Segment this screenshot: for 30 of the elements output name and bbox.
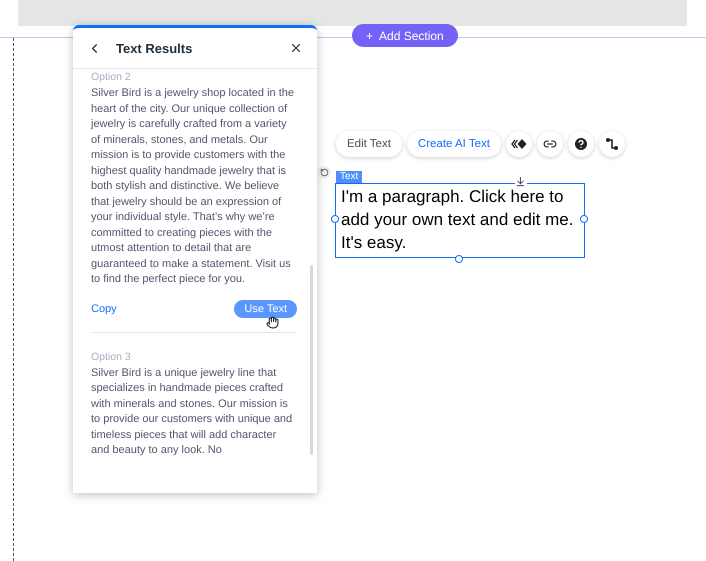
text-element[interactable]: I'm a paragraph. Click here to add your own text and edit me. It's easy.	[335, 183, 585, 258]
hand-cursor-icon	[266, 316, 279, 328]
help-icon	[572, 136, 589, 152]
option-text: Silver Bird is a unique jewelry line that specializes in handmade pieces crafted with minerals and stones. Our mission is to provide our customers with unique and timeless pieces that will add character and beauty to any look. No	[91, 366, 294, 458]
download-icon	[515, 176, 526, 187]
animation-button[interactable]	[506, 131, 532, 157]
close-button[interactable]	[289, 41, 303, 55]
connector-icon	[604, 137, 619, 151]
rotate-button[interactable]	[318, 166, 331, 179]
option-label: Option 3	[91, 350, 132, 362]
scrollbar-thumb[interactable]	[310, 265, 313, 455]
resize-handle[interactable]	[331, 215, 339, 223]
create-ai-text-button[interactable]: Create AI Text	[406, 131, 501, 157]
option-label: Option 2	[91, 71, 132, 83]
link-button[interactable]	[536, 131, 563, 157]
option-text: Silver Bird is a jewelry shop located in the heart of the city. Our unique collection of jewelry is carefully crafted from a variety of minerals, stones, and metals. Our mission is to provide customers with the highest quality handmade jewelry that is both stylish and distinctive. We believe that jewelry should be an expression of your individual style. That’s why we’re committed to creating pieces with the utmost attention to detail that are guaranteed to make a statement. Visit us to find the perfect piece for you.	[91, 86, 295, 287]
edit-text-button[interactable]: Edit Text	[336, 131, 402, 157]
help-button[interactable]	[568, 131, 594, 157]
use-text-button[interactable]: Use Text	[234, 300, 297, 318]
add-section-button[interactable]: + Add Section	[352, 24, 458, 47]
paragraph-text: I'm a paragraph. Click here to add your own text and edit me. It's easy.	[341, 186, 574, 254]
panel-title: Text Results	[116, 40, 194, 56]
resize-handle[interactable]	[455, 255, 463, 263]
resize-handle[interactable]	[580, 215, 588, 223]
diamond-chevrons-icon	[510, 138, 527, 150]
rotate-icon	[320, 168, 329, 177]
copy-link[interactable]: Copy	[91, 302, 117, 314]
close-icon	[289, 41, 303, 55]
connector-button[interactable]	[598, 131, 625, 157]
element-tag: Text	[336, 171, 362, 183]
